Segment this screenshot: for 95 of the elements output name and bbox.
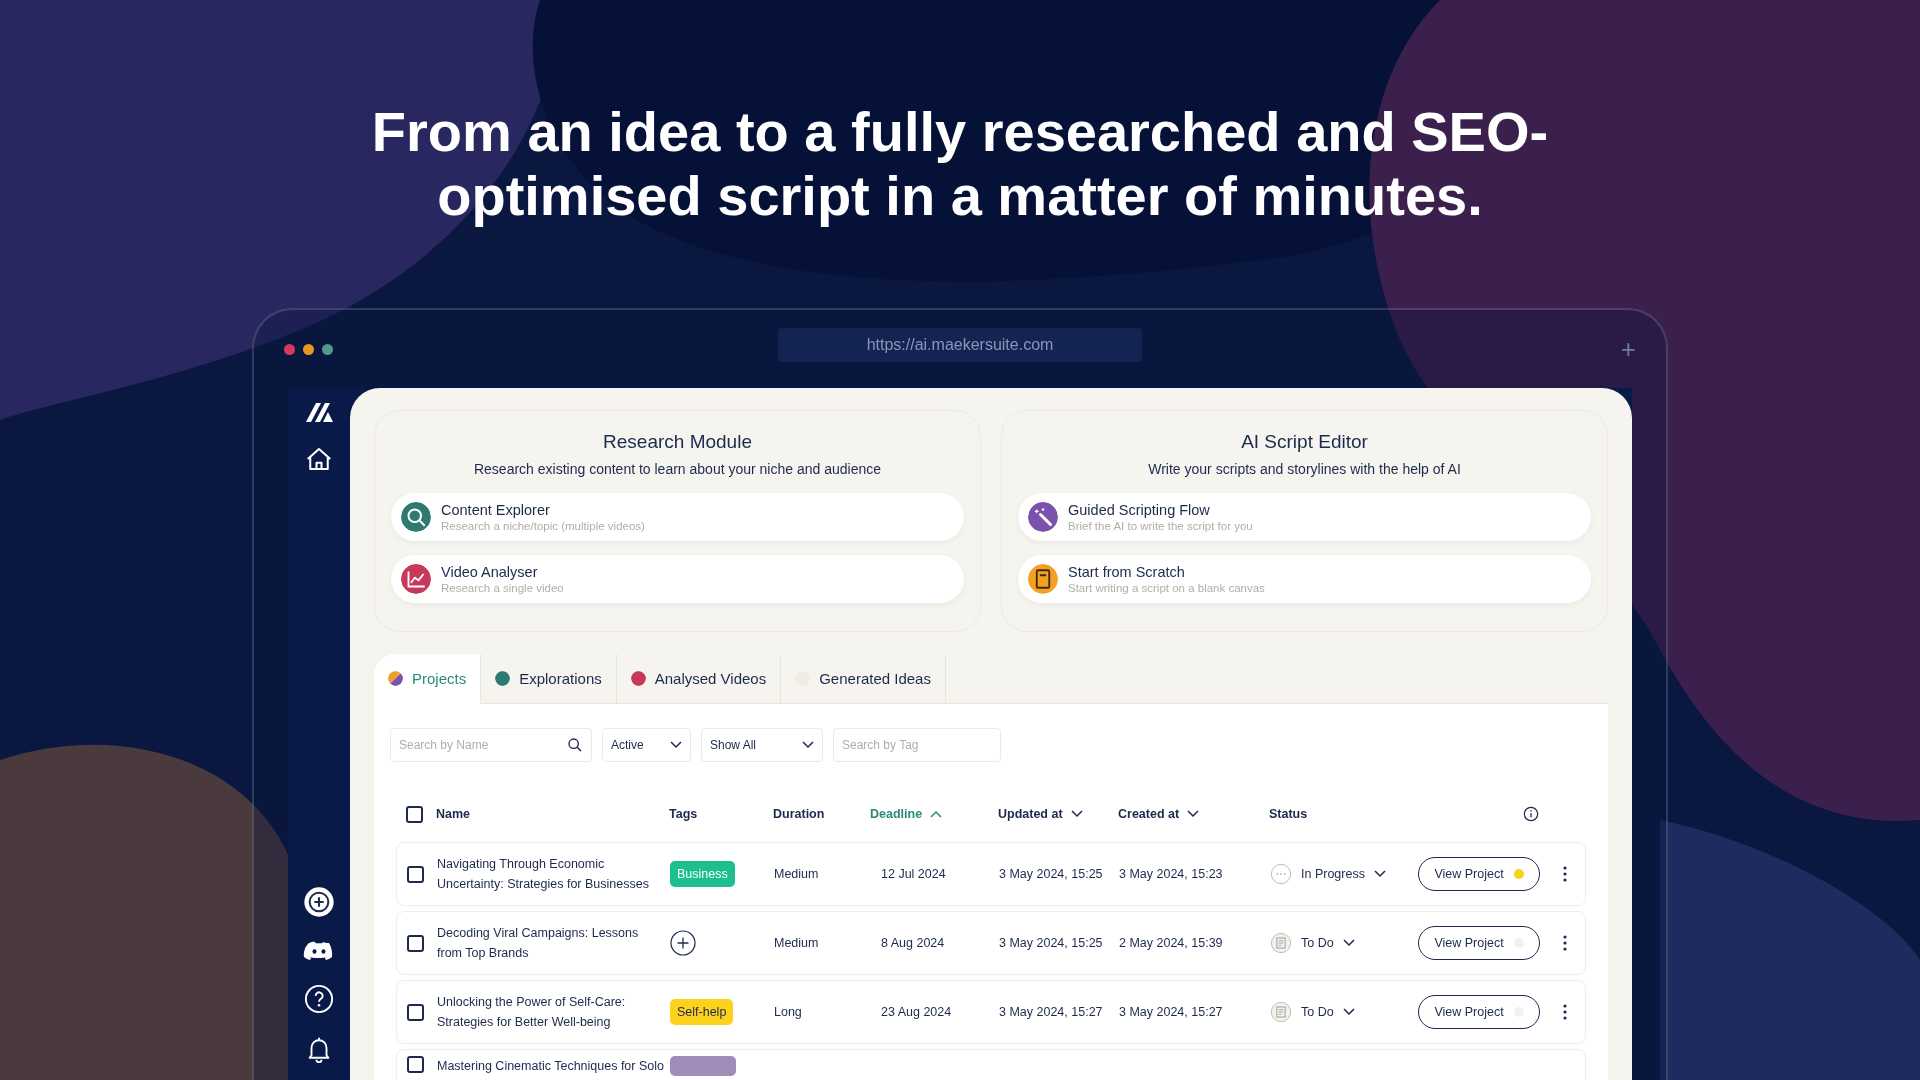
column-header[interactable]: Updated at	[998, 807, 1063, 821]
more-options-icon[interactable]	[1562, 865, 1568, 883]
chevron-down-icon[interactable]	[1342, 1008, 1355, 1016]
module-action-button[interactable]: Content Explorer Research a niche/topic (multiple videos)	[391, 493, 964, 541]
status-dropdown[interactable]: Active	[602, 728, 691, 762]
deadline-cell-text: 8 Aug 2024	[880, 936, 946, 950]
module-action-button[interactable]: Guided Scripting Flow Brief the AI to write the script for you	[1018, 493, 1591, 541]
updated-cell-text: 3 May 2024, 15:25	[999, 936, 1104, 950]
address-bar[interactable]: https://ai.maekersuite.com	[778, 328, 1142, 362]
deadline-cell-text: 23 Aug 2024	[880, 1005, 953, 1019]
project-name: Unlocking the Power of Self-Care: Strategies for Better Well-being	[437, 994, 627, 1031]
column-header[interactable]: Duration	[773, 807, 825, 821]
action-title: Content Explorer	[441, 502, 551, 518]
chevron-down-icon[interactable]	[802, 741, 814, 749]
chevron-down-icon[interactable]	[1373, 870, 1386, 878]
tag[interactable]: Self-help	[670, 999, 734, 1025]
info-icon	[1523, 806, 1539, 822]
status-label[interactable]: In Progress	[1301, 867, 1365, 881]
chevron-up-icon[interactable]	[930, 810, 943, 818]
row-checkbox[interactable]	[407, 865, 424, 883]
status-label[interactable]: To Do	[1301, 936, 1334, 950]
action-title: Video Analyser	[441, 564, 539, 580]
duration-cell-text: Long	[774, 1005, 803, 1019]
maximize-dot-icon[interactable]	[322, 343, 333, 355]
module-action-button[interactable]: Start from Scratch Start writing a script on a blank canvas	[1018, 555, 1591, 603]
project-name: Navigating Through Economic Uncertainty: Strategies for Businesses	[437, 856, 650, 893]
table-row[interactable]: Mastering Cinematic Techniques for Solo	[396, 1049, 1586, 1080]
tab[interactable]: Explorations	[481, 654, 617, 704]
chevron-down-icon[interactable]	[1187, 810, 1200, 818]
ellipsis-icon	[1270, 863, 1292, 885]
module-title: Research Module	[603, 431, 752, 453]
tab-dot-icon	[630, 671, 646, 686]
document-icon	[1270, 1001, 1292, 1023]
row-checkbox[interactable]	[407, 934, 424, 952]
action-title: Start from Scratch	[1068, 564, 1186, 580]
action-description: Brief the AI to write the script for you	[1068, 520, 1253, 532]
headline: From an idea to a fully researched and SEO-optimised script in a matter of minutes.	[370, 100, 1550, 228]
magic-wand-icon	[1028, 502, 1058, 532]
duration-cell-text: Medium	[774, 936, 820, 950]
deadline-cell-text: 12 Jul 2024	[880, 867, 947, 881]
module-title: AI Script Editor	[1241, 431, 1368, 453]
table-row[interactable]: Unlocking the Power of Self-Care: Strategies for Better Well-being Self-help Long 23 Aug 2024 3 May 2024, 15:27 3 May 2024, 15:27 To Do View Project	[396, 980, 1586, 1044]
more-options-icon[interactable]	[1562, 934, 1568, 952]
tag-search-field[interactable]: Search by Tag	[833, 728, 1001, 762]
tab-dot-icon	[388, 671, 403, 686]
search-icon	[401, 502, 431, 532]
chevron-down-icon[interactable]	[1070, 810, 1083, 818]
search-field[interactable]: Search by Name	[390, 728, 592, 762]
tab[interactable]: Generated Ideas	[781, 654, 946, 704]
created-cell-text: 3 May 2024, 15:23	[1119, 867, 1224, 881]
view-project-button[interactable]: View Project	[1418, 926, 1540, 960]
chevron-down-icon[interactable]	[670, 741, 682, 749]
column-header[interactable]: Status	[1269, 807, 1308, 821]
minimize-dot-icon[interactable]	[303, 343, 314, 355]
action-description: Research a single video	[441, 582, 564, 594]
row-checkbox[interactable]	[407, 1003, 424, 1021]
updated-cell-text: 3 May 2024, 15:27	[999, 1005, 1104, 1019]
close-dot-icon[interactable]	[284, 343, 295, 355]
select-all-checkbox[interactable]	[406, 805, 423, 823]
tab[interactable]: Projects	[374, 654, 482, 704]
add-tag-icon[interactable]	[670, 930, 696, 956]
more-options-icon[interactable]	[1562, 1003, 1568, 1021]
table-row[interactable]: Navigating Through Economic Uncertainty: Strategies for Businesses Business Medium 12 Jul 2024 3 May 2024, 15:25 3 May 2024, 15:23 In Progress View Project	[396, 842, 1586, 906]
visibility-dropdown[interactable]: Show All	[701, 728, 823, 762]
line-chart-icon	[401, 564, 431, 594]
new-tab-button[interactable]: +	[1620, 333, 1636, 365]
column-header[interactable]: Created at	[1118, 807, 1180, 821]
updated-cell-text: 3 May 2024, 15:25	[999, 867, 1104, 881]
column-header[interactable]: Name	[436, 807, 471, 821]
action-description: Research a niche/topic (multiple videos)	[441, 520, 645, 532]
row-checkbox[interactable]	[407, 1056, 424, 1073]
module-description: Research existing content to learn about your niche and audience	[473, 461, 881, 477]
table-row[interactable]: Decoding Viral Campaigns: Lessons from Top Brands Medium 8 Aug 2024 3 May 2024, 15:25 2 May 2024, 15:39 To Do View Project	[396, 911, 1586, 975]
created-cell-text: 2 May 2024, 15:39	[1119, 936, 1224, 950]
search-icon	[567, 737, 583, 753]
created-cell-text: 3 May 2024, 15:27	[1119, 1005, 1224, 1019]
view-project-button[interactable]: View Project	[1418, 857, 1540, 891]
project-name: Mastering Cinematic Techniques for Solo	[437, 1058, 665, 1075]
action-title: Guided Scripting Flow	[1068, 502, 1211, 518]
help-icon	[304, 984, 334, 1014]
module-description: Write your scripts and storylines with the help of AI	[1148, 461, 1461, 477]
column-header[interactable]: Deadline	[870, 807, 923, 821]
document-icon	[1028, 564, 1058, 594]
document-icon	[1270, 932, 1292, 954]
project-name: Decoding Viral Campaigns: Lessons from Top Brands	[437, 925, 640, 962]
tab[interactable]: Analysed Videos	[616, 654, 782, 704]
tab-dot-icon	[495, 671, 511, 686]
column-header[interactable]: Tags	[669, 807, 698, 821]
plus-circle-icon	[303, 886, 335, 918]
chevron-down-icon[interactable]	[1342, 939, 1355, 947]
duration-cell-text: Medium	[774, 867, 820, 881]
module-action-button[interactable]: Video Analyser Research a single video	[391, 555, 964, 603]
status-label[interactable]: To Do	[1301, 1005, 1334, 1019]
action-description: Start writing a script on a blank canvas	[1068, 582, 1265, 594]
view-project-button[interactable]: View Project	[1418, 995, 1540, 1029]
